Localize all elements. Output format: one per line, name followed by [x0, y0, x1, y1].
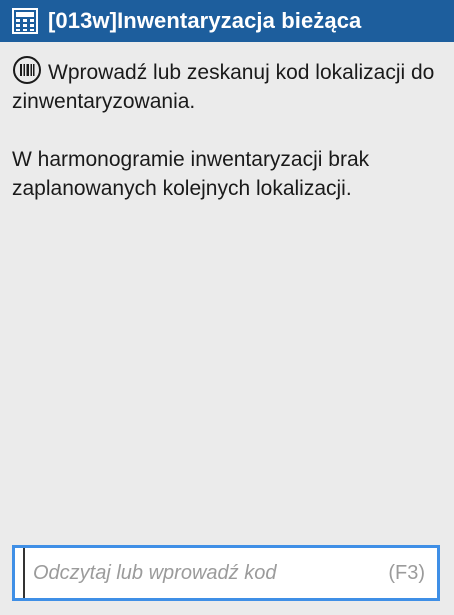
instruction-text: Wprowadź lub zeskanuj kod lokalizacji do…: [12, 56, 442, 116]
scan-code-input[interactable]: [23, 548, 381, 598]
barcode-icon: [13, 56, 41, 84]
calculator-icon: [12, 8, 38, 34]
scan-input-container[interactable]: (F3): [12, 545, 440, 601]
info-text: W harmonogramie inwentaryzacji brak zapl…: [12, 148, 370, 200]
message-area: Wprowadź lub zeskanuj kod lokalizacji do…: [12, 56, 442, 203]
shortcut-hint: (F3): [388, 561, 425, 584]
app-screen: [013w]Inwentaryzacja bieżąca Wprowadź lu…: [0, 0, 454, 615]
title-bar: [013w]Inwentaryzacja bieżąca: [0, 0, 454, 42]
instruction-label: Wprowadź lub zeskanuj kod lokalizacji do…: [12, 61, 435, 113]
instruction-message: Wprowadź lub zeskanuj kod lokalizacji do…: [12, 56, 442, 116]
window-title: [013w]Inwentaryzacja bieżąca: [48, 8, 362, 33]
